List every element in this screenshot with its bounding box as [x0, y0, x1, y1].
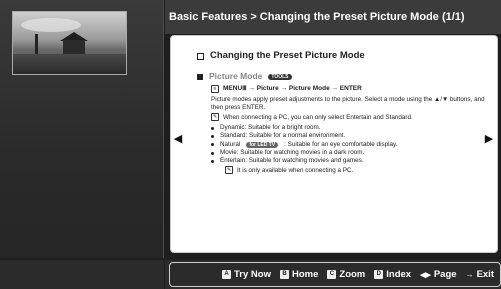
menu-path: ≡ MENUⅢ → Picture → Picture Mode → ENTER — [211, 84, 487, 93]
try-now-label: Try Now — [234, 269, 271, 280]
page-label: Page — [433, 269, 457, 280]
pc-note-text: When connecting a PC, you can only selec… — [223, 114, 413, 121]
index-button[interactable]: D Index — [374, 269, 411, 280]
subsection-heading: Picture Mode TOOLS — [197, 71, 487, 82]
footer-bar: A Try Now B Home C Zoom D Index ◀▶ Page … — [165, 260, 501, 289]
left-right-icon: ◀▶ — [420, 271, 431, 279]
preview-thumbnail — [12, 11, 127, 75]
mode-text: Dynamic: Suitable for a bright room. — [220, 124, 321, 131]
tools-tag: TOOLS — [268, 73, 292, 80]
exit-label: Exit — [476, 269, 494, 280]
footer-controls: A Try Now B Home C Zoom D Index ◀▶ Page … — [169, 262, 501, 287]
thumbnail-house — [63, 40, 85, 54]
zoom-label: Zoom — [339, 269, 366, 280]
section-heading-text: Changing the Preset Picture Mode — [210, 50, 365, 61]
description-text: Picture modes apply preset adjustments t… — [211, 96, 485, 111]
pc-note: ✎ When connecting a PC, you can only sel… — [211, 113, 487, 122]
list-item: Entertain: Suitable for watching movies … — [211, 157, 487, 165]
menu-icon: ≡ — [211, 84, 219, 93]
exit-button[interactable]: → Exit — [466, 269, 494, 280]
home-button[interactable]: B Home — [279, 269, 319, 280]
section-heading: Changing the Preset Picture Mode — [197, 50, 487, 62]
list-item: Standard: Suitable for a normal environm… — [211, 132, 487, 140]
mode-text: Movie: Suitable for watching movies in a… — [220, 148, 365, 156]
list-item: Dynamic: Suitable for a bright room. — [211, 124, 487, 132]
bullet-icon — [211, 159, 214, 163]
thumbnail-ground — [13, 54, 126, 74]
entertain-note: ✎ It is only available when connecting a… — [225, 166, 487, 175]
mode-text: : Suitable for an eye comfortable displa… — [284, 140, 398, 148]
try-now-button[interactable]: A Try Now — [222, 269, 271, 280]
page-button[interactable]: ◀▶ Page — [420, 269, 457, 280]
d-key-icon: D — [374, 270, 384, 279]
square-bullet-icon — [197, 73, 203, 80]
note-icon: ✎ — [225, 166, 233, 175]
mode-text: Standard: Suitable for a normal environm… — [220, 132, 346, 140]
left-panel — [0, 0, 164, 258]
exit-icon: → — [465, 270, 474, 279]
a-key-icon: A — [222, 270, 232, 279]
page-title: Basic Features > Changing the Preset Pic… — [165, 0, 501, 34]
manual-content: Changing the Preset Picture Mode Picture… — [170, 35, 498, 253]
list-item: Movie: Suitable for watching movies in a… — [211, 149, 487, 157]
home-label: Home — [291, 269, 319, 280]
entertain-note-text: It is only available when connecting a P… — [237, 167, 354, 175]
mode-text: Entertain: Suitable for watching movies … — [220, 157, 364, 165]
bullet-icon — [211, 143, 214, 147]
thumbnail-cloud — [21, 18, 81, 32]
bullet-icon — [211, 151, 214, 155]
checkbox-icon — [197, 52, 204, 60]
note-icon: ✎ — [211, 113, 219, 121]
mode-name: Natural — [220, 140, 241, 148]
thumbnail-tree — [35, 34, 38, 56]
mode-list: Dynamic: Suitable for a bright room. Sta… — [211, 124, 487, 165]
left-footer — [0, 260, 164, 289]
c-key-icon: C — [327, 270, 337, 279]
bullet-icon — [211, 134, 214, 138]
zoom-button[interactable]: C Zoom — [327, 269, 365, 280]
led-tv-tag: for LED TV — [246, 141, 279, 148]
next-page-arrow[interactable]: ▶ — [483, 132, 495, 145]
index-label: Index — [386, 269, 412, 280]
bullet-icon — [211, 126, 214, 130]
b-key-icon: B — [279, 270, 289, 279]
menu-path-text: MENUⅢ → Picture → Picture Mode → ENTER — [223, 85, 362, 92]
prev-page-arrow[interactable]: ◀ — [172, 132, 184, 145]
list-item: Natural for LED TV : Suitable for an eye… — [211, 141, 487, 149]
subsection-title: Picture Mode — [209, 71, 263, 81]
